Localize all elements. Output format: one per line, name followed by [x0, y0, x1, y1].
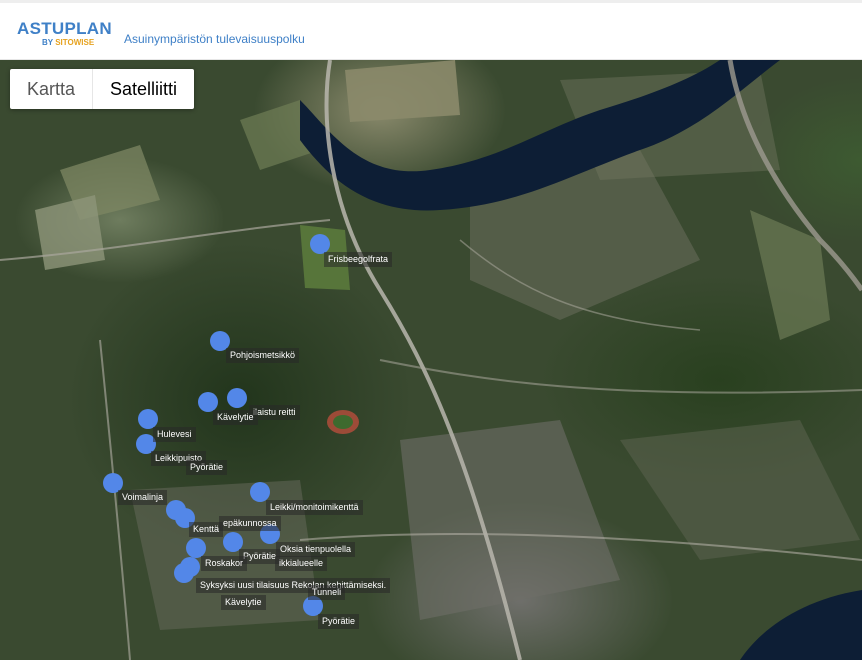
- app-header: ASTUPLAN BY SITOWISE Asuinympäristön tul…: [0, 0, 862, 60]
- logo-brand-text: SITOWISE: [55, 38, 95, 47]
- poi-label: ikkialueelle: [275, 556, 328, 571]
- poi-label: Frisbeegolfrata: [324, 252, 393, 267]
- poi-label: Leikki/monitoimikenttä: [266, 500, 363, 515]
- poi-marker[interactable]: [250, 482, 270, 502]
- logo-by-text: BY: [42, 38, 53, 47]
- logo-main-text: ASTUPLAN: [17, 19, 112, 38]
- poi-label: Kävelytie: [213, 410, 258, 425]
- map-type-toggle: Kartta Satelliitti: [10, 69, 195, 109]
- poi-label: Pyörätie: [186, 460, 228, 475]
- poi-marker[interactable]: [310, 234, 330, 254]
- poi-label: Hulevesi: [153, 427, 196, 442]
- poi-label: Tunneli: [308, 585, 346, 600]
- app-tagline: Asuinympäristön tulevaisuuspolku: [124, 32, 305, 46]
- poi-marker[interactable]: [227, 388, 247, 408]
- poi-marker[interactable]: [198, 392, 218, 412]
- poi-label: Kenttä: [189, 522, 224, 537]
- poi-marker[interactable]: [174, 563, 194, 583]
- poi-label: epäkunnossa: [219, 516, 281, 531]
- satellite-map[interactable]: Kartta Satelliitti Frisbeegolfrata Pohjo…: [0, 60, 862, 660]
- map-view-button[interactable]: Kartta: [10, 69, 92, 109]
- poi-label: Oksia tienpuolella: [276, 542, 356, 557]
- poi-label: Kävelytie: [221, 595, 266, 610]
- poi-label: Voimalinja: [118, 490, 168, 505]
- astuplan-logo[interactable]: ASTUPLAN BY SITOWISE: [17, 19, 112, 50]
- poi-label: Pohjoismetsikkö: [226, 348, 300, 363]
- poi-marker[interactable]: [186, 538, 206, 558]
- poi-label: Pyörätie: [318, 614, 360, 629]
- poi-label: Syksyksi uusi tilaisuus Rekolan kehittäm…: [196, 578, 391, 593]
- poi-layer: Frisbeegolfrata Pohjoismetsikkö ilaistu …: [0, 60, 862, 660]
- poi-marker[interactable]: [138, 409, 158, 429]
- logo-sub-text: BY SITOWISE: [42, 38, 94, 48]
- poi-label: Roskakor: [201, 556, 248, 571]
- satellite-view-button[interactable]: Satelliitti: [92, 69, 194, 109]
